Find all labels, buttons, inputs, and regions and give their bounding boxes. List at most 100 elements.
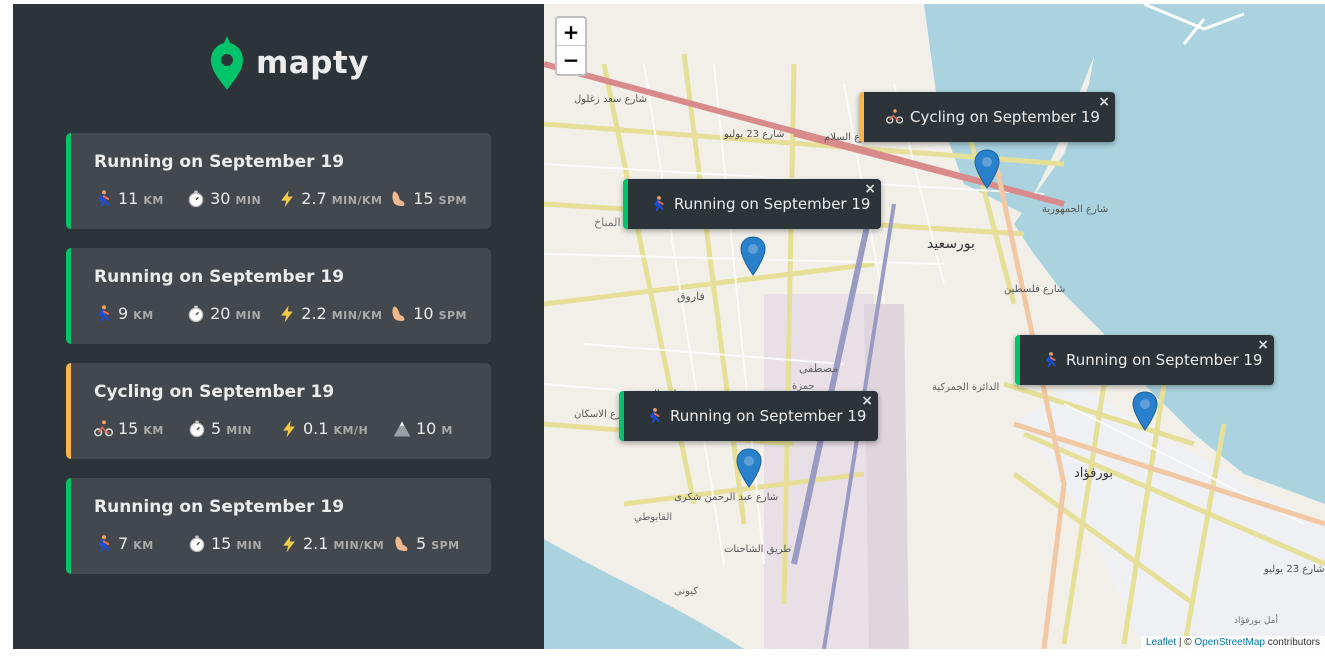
workout-popup-running: Running on September 19 × bbox=[619, 391, 878, 454]
workout-detail: 10 SPM bbox=[389, 304, 467, 324]
popup-close-button[interactable]: × bbox=[861, 393, 873, 409]
workout-title: Running on September 19 bbox=[94, 497, 345, 517]
stopwatch-icon bbox=[188, 190, 204, 208]
runner-icon bbox=[649, 408, 660, 423]
detail-unit: MIN/KM bbox=[331, 309, 383, 322]
workout-detail: 2.2 MIN/KM bbox=[277, 304, 389, 324]
sidebar: mapty Running on September 19 11 KM 30 MIN 2.… bbox=[13, 4, 544, 649]
detail-unit: SPM bbox=[431, 539, 460, 552]
cyclist-icon bbox=[94, 420, 114, 437]
workout-detail: 15 SPM bbox=[389, 189, 467, 209]
map-place-label: شارع سعد زغلول bbox=[574, 94, 647, 105]
detail-unit: MIN/KM bbox=[331, 194, 383, 207]
zoom-in-button[interactable]: + bbox=[557, 18, 585, 46]
logo: mapty bbox=[210, 34, 369, 92]
runner-icon bbox=[653, 196, 664, 211]
map-marker-icon[interactable] bbox=[736, 448, 762, 488]
runner-icon bbox=[98, 190, 110, 207]
map-place-label: طريق الشاحنات bbox=[724, 544, 792, 555]
workout-popup-cycling: Cycling on September 19 × bbox=[859, 92, 1115, 155]
workout-title: Running on September 19 bbox=[94, 152, 345, 172]
map-place-label: بورسعيد bbox=[927, 236, 975, 252]
workout-detail: 0.1 KM/H bbox=[279, 419, 392, 439]
workout-card-cycling[interactable]: Cycling on September 19 15 KM 5 MIN 0.1 KM/H 10… bbox=[66, 363, 491, 459]
detail-value: 30 bbox=[210, 189, 231, 208]
lightning-icon bbox=[281, 190, 294, 208]
map-place-label: القابوطي bbox=[634, 512, 673, 523]
detail-unit: KM bbox=[133, 309, 154, 322]
workout-card-running[interactable]: Running on September 19 7 KM 15 MIN 2.1 MIN/KM… bbox=[66, 478, 491, 574]
map-marker-icon[interactable] bbox=[1132, 391, 1158, 431]
map-place-label: كيونى bbox=[674, 586, 699, 597]
detail-unit: KM bbox=[133, 539, 154, 552]
map[interactable]: بورسعيد بورفؤاد فاروق مصطفى حمزة الدائرة الجم… bbox=[544, 4, 1325, 649]
map-place-label: فاروق bbox=[677, 290, 705, 303]
detail-value: 15 bbox=[118, 419, 139, 438]
zoom-out-button[interactable]: − bbox=[557, 46, 585, 74]
popup-close-button[interactable]: × bbox=[864, 181, 876, 197]
popup-close-button[interactable]: × bbox=[1257, 337, 1269, 353]
detail-unit: MIN bbox=[236, 539, 263, 552]
workout-detail: 15 MIN bbox=[187, 534, 279, 554]
detail-unit: SPM bbox=[438, 309, 467, 322]
detail-unit: SPM bbox=[438, 194, 467, 207]
detail-unit: MIN bbox=[235, 194, 262, 207]
popup-text: Running on September 19 bbox=[670, 407, 867, 425]
workout-details: 7 KM 15 MIN 2.1 MIN/KM 5 SPM bbox=[94, 534, 467, 554]
detail-value: 15 bbox=[211, 534, 232, 553]
workout-popup-running: Running on September 19 × bbox=[1015, 335, 1274, 398]
workout-detail: 15 KM bbox=[94, 419, 187, 439]
detail-unit: MIN/KM bbox=[333, 539, 385, 552]
footprint-icon bbox=[395, 536, 408, 551]
map-place-label: الدائرة الجمركية bbox=[932, 382, 1000, 393]
workout-details: 9 KM 20 MIN 2.2 MIN/KM 10 SPM bbox=[94, 304, 467, 324]
lightning-icon bbox=[281, 305, 294, 323]
map-marker-icon[interactable] bbox=[740, 236, 766, 276]
detail-value: 2.2 bbox=[301, 304, 327, 323]
workout-detail: 10 M bbox=[392, 419, 453, 439]
runner-icon bbox=[98, 535, 110, 552]
attribution-separator: | © bbox=[1176, 637, 1195, 648]
workout-detail: 20 MIN bbox=[186, 304, 277, 324]
runner-icon bbox=[1045, 352, 1056, 367]
footprint-icon bbox=[392, 191, 405, 206]
detail-value: 10 bbox=[416, 419, 437, 438]
detail-unit: KM bbox=[143, 194, 164, 207]
detail-value: 2.1 bbox=[303, 534, 329, 553]
leaflet-link[interactable]: Leaflet bbox=[1146, 637, 1176, 648]
detail-value: 11 bbox=[118, 189, 139, 208]
footprint-icon bbox=[392, 306, 405, 321]
map-marker-icon[interactable] bbox=[974, 149, 1000, 189]
stopwatch-icon bbox=[189, 420, 205, 438]
workout-details: 11 KM 30 MIN 2.7 MIN/KM 15 SPM bbox=[94, 189, 467, 209]
logo-text: mapty bbox=[256, 45, 369, 81]
workout-detail: 5 SPM bbox=[392, 534, 460, 554]
map-place-label: شارع عبد الرحمن شكرى bbox=[674, 492, 779, 503]
workout-card-running[interactable]: Running on September 19 11 KM 30 MIN 2.7 MIN/K… bbox=[66, 133, 491, 229]
popup-text: Running on September 19 bbox=[1066, 351, 1263, 369]
detail-value: 2.7 bbox=[301, 189, 327, 208]
runner-icon bbox=[98, 305, 110, 322]
lightning-icon bbox=[283, 420, 295, 438]
detail-value: 9 bbox=[118, 304, 129, 323]
detail-unit: MIN bbox=[235, 309, 262, 322]
stopwatch-icon bbox=[188, 305, 204, 323]
cyclist-icon bbox=[886, 109, 904, 124]
detail-value: 10 bbox=[413, 304, 434, 323]
workout-detail: 7 KM bbox=[94, 534, 187, 554]
stopwatch-icon bbox=[189, 535, 205, 553]
map-place-label: شارع فلسطين bbox=[1004, 284, 1066, 295]
osm-link[interactable]: OpenStreetMap bbox=[1194, 637, 1265, 648]
popup-text: Cycling on September 19 bbox=[910, 108, 1100, 126]
map-place-label: شارع 23 يوليو bbox=[1264, 564, 1325, 575]
popup-close-button[interactable]: × bbox=[1098, 94, 1110, 110]
detail-value: 7 bbox=[118, 534, 129, 553]
map-place-label: المناخ bbox=[594, 216, 621, 229]
detail-unit: M bbox=[441, 424, 453, 437]
mountain-icon bbox=[393, 421, 411, 437]
workout-detail: 30 MIN bbox=[186, 189, 277, 209]
workout-card-running[interactable]: Running on September 19 9 KM 20 MIN 2.2 MIN/KM… bbox=[66, 248, 491, 344]
lightning-icon bbox=[283, 535, 295, 553]
detail-value: 5 bbox=[416, 534, 427, 553]
detail-unit: MIN bbox=[226, 424, 252, 437]
